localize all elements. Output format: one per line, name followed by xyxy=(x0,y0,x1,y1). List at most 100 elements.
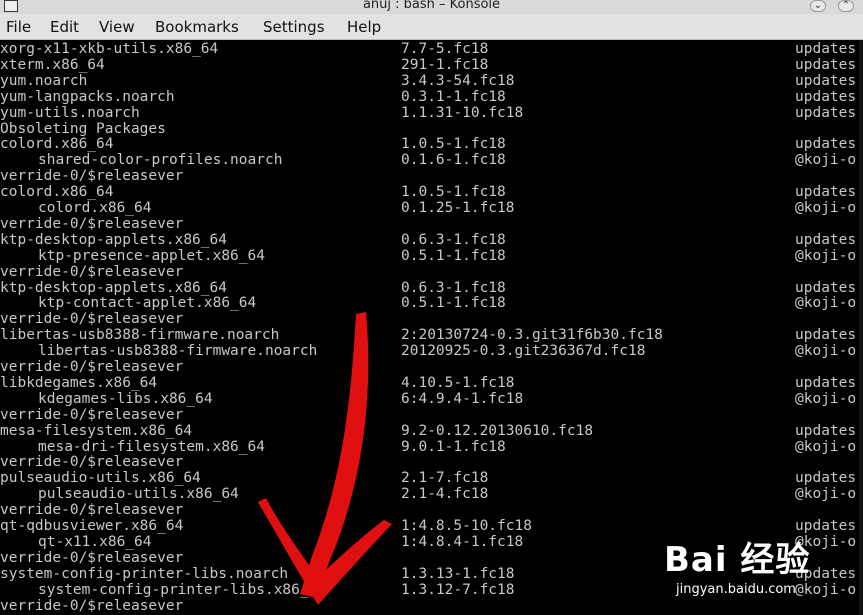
package-repo: @koji-o xyxy=(795,486,857,503)
menu-view[interactable]: View xyxy=(99,18,135,36)
package-name: verride-0/$releasever xyxy=(0,454,184,471)
package-name: colord.x86_64 xyxy=(38,200,152,216)
terminal-line: yum-utils.noarch 1.1.31-10.fc18 updates xyxy=(0,105,863,121)
window-title: anuj : bash – Konsole xyxy=(362,0,501,12)
package-name: xorg-x11-xkb-utils.x86_64 xyxy=(0,41,219,57)
terminal-line: ktp-desktop-applets.x86_64 0.6.3-1.fc18 up… xyxy=(0,232,863,248)
package-version: 9.2-0.12.20130610.fc18 xyxy=(401,422,594,439)
terminal-line: libkdegames.x86_64 4.10.5-1.fc18 updates xyxy=(0,375,863,391)
package-repo: @koji-o xyxy=(795,247,857,264)
package-version: 0.5.1-1.fc18 xyxy=(401,295,506,312)
terminal-line: xorg-x11-xkb-utils.x86_64 7.7-5.fc18 updat… xyxy=(0,41,863,57)
package-repo: updates xyxy=(795,184,857,201)
package-repo: updates xyxy=(795,470,857,487)
terminal-line: pulseaudio-utils.x86_64 2.1-7.fc18 updates xyxy=(0,470,863,486)
maximize-icon[interactable]: ⌃ xyxy=(838,0,854,12)
menu-help[interactable]: Help xyxy=(347,18,381,36)
package-version: 3.4.3-54.fc18 xyxy=(401,72,515,89)
package-name: yum-utils.noarch xyxy=(0,104,140,121)
package-version: 2.1-7.fc18 xyxy=(401,470,489,487)
package-name: libertas-usb8388-firmware.noarch xyxy=(0,327,280,344)
package-name: Obsoleting Packages xyxy=(0,120,166,137)
package-version: 0.5.1-1.fc18 xyxy=(401,247,506,264)
package-version: 9.0.1-1.fc18 xyxy=(401,438,506,455)
package-version: 0.1.6-1.fc18 xyxy=(401,152,506,169)
package-repo: updates xyxy=(795,374,857,391)
package-name: verride-0/$releasever xyxy=(0,311,184,328)
terminal-line: mesa-dri-filesystem.x86_64 9.0.1-1.fc18 @k… xyxy=(0,439,863,455)
package-version: 2:20130724-0.3.git31f6b30.fc18 xyxy=(401,327,663,344)
package-version: 291-1.fc18 xyxy=(401,56,489,73)
watermark-logo: Bai 经验 xyxy=(664,540,811,580)
package-name: yum-langpacks.noarch xyxy=(0,88,175,105)
menu-settings[interactable]: Settings xyxy=(263,18,325,36)
package-version: 7.7-5.fc18 xyxy=(401,41,489,57)
terminal-line: colord.x86_64 1.0.5-1.fc18 updates xyxy=(0,136,863,152)
package-name: ktp-desktop-applets.x86_64 xyxy=(0,231,227,248)
package-repo: updates xyxy=(795,56,857,73)
terminal-line: xterm.x86_64 291-1.fc18 updates xyxy=(0,57,863,73)
package-name: colord.x86_64 xyxy=(0,184,114,201)
package-version: 2.1-4.fc18 xyxy=(401,486,489,503)
window-titlebar: anuj : bash – Konsole ⌄ ⌃ xyxy=(0,0,863,14)
terminal-line: shared-color-profiles.noarch 0.1.6-1.fc18… xyxy=(0,152,863,168)
package-repo: updates xyxy=(795,88,857,105)
package-version: 1.0.5-1.fc18 xyxy=(401,184,506,201)
package-name: system-config-printer-libs.x86_64 xyxy=(38,581,327,598)
package-name: pulseaudio-utils.x86_64 xyxy=(38,486,239,503)
terminal-line: ktp-contact-applet.x86_64 0.5.1-1.fc18 @ko… xyxy=(0,295,863,311)
package-version: 6:4.9.4-1.fc18 xyxy=(401,390,524,407)
menu-bookmarks[interactable]: Bookmarks xyxy=(155,18,239,36)
terminal-line: colord.x86_64 1.0.5-1.fc18 updates xyxy=(0,184,863,200)
package-version: 0.6.3-1.fc18 xyxy=(401,279,506,296)
package-version: 0.1.25-1.fc18 xyxy=(401,200,515,216)
package-name: mesa-dri-filesystem.x86_64 xyxy=(38,438,265,455)
package-name: system-config-printer-libs.noarch xyxy=(0,565,289,582)
terminal-line: yum-langpacks.noarch 0.3.1-1.fc18 updates xyxy=(0,89,863,105)
package-name: pulseaudio-utils.x86_64 xyxy=(0,470,201,487)
package-name: libkdegames.x86_64 xyxy=(0,374,158,391)
package-repo: updates xyxy=(795,72,857,89)
package-repo: @koji-o xyxy=(795,200,857,216)
package-repo: updates xyxy=(795,422,857,439)
package-name: verride-0/$releasever xyxy=(0,502,184,519)
package-repo: @koji-o xyxy=(795,390,857,407)
terminal-line: verride-0/$releasever xyxy=(0,407,863,423)
package-repo: updates xyxy=(795,279,857,296)
terminal-line: ktp-presence-applet.x86_64 0.5.1-1.fc18 @k… xyxy=(0,248,863,264)
terminal-line: verride-0/$releasever xyxy=(0,311,863,327)
package-version: 1.0.5-1.fc18 xyxy=(401,136,506,153)
baidu-jingyan-watermark: Bai 经验 jingyan.baidu.com xyxy=(660,520,860,600)
terminal-line: pulseaudio-utils.x86_64 2.1-4.fc18 @koji-o xyxy=(0,486,863,502)
package-version: 1.3.13-1.fc18 xyxy=(401,565,515,582)
package-name: ktp-desktop-applets.x86_64 xyxy=(0,279,227,296)
package-repo: @koji-o xyxy=(795,438,857,455)
package-version: 0.6.3-1.fc18 xyxy=(401,231,506,248)
package-repo: updates xyxy=(795,136,857,153)
menu-file[interactable]: File xyxy=(6,18,31,36)
terminal-line: verride-0/$releasever xyxy=(0,264,863,280)
package-name: verride-0/$releasever xyxy=(0,359,184,375)
package-repo: @koji-o xyxy=(795,343,857,360)
package-name: libertas-usb8388-firmware.noarch xyxy=(38,343,318,360)
package-version: 1:4.8.4-1.fc18 xyxy=(401,533,524,550)
terminal-line: verride-0/$releasever xyxy=(0,454,863,470)
terminal-line: ktp-desktop-applets.x86_64 0.6.3-1.fc18 up… xyxy=(0,280,863,296)
terminal-line: yum.noarch 3.4.3-54.fc18 updates xyxy=(0,73,863,89)
minimize-icon[interactable]: ⌄ xyxy=(810,0,826,12)
menu-edit[interactable]: Edit xyxy=(50,18,79,36)
terminal-line: verride-0/$releasever xyxy=(0,502,863,518)
terminal-line: verride-0/$releasever xyxy=(0,216,863,232)
package-name: mesa-filesystem.x86_64 xyxy=(0,422,193,439)
package-name: qt-x11.x86_64 xyxy=(38,533,152,550)
terminal-line: colord.x86_64 0.1.25-1.fc18 @koji-o xyxy=(0,200,863,216)
package-name: verride-0/$releasever xyxy=(0,215,184,232)
package-name: verride-0/$releasever xyxy=(0,168,184,185)
package-name: xterm.x86_64 xyxy=(0,56,105,73)
package-name: yum.noarch xyxy=(0,72,88,89)
package-name: shared-color-profiles.noarch xyxy=(38,152,283,169)
terminal-line: libertas-usb8388-firmware.noarch 2:201307… xyxy=(0,327,863,343)
package-version: 1.3.12-7.fc18 xyxy=(401,581,515,598)
package-name: colord.x86_64 xyxy=(0,136,114,153)
terminal-line: Obsoleting Packages xyxy=(0,121,863,137)
